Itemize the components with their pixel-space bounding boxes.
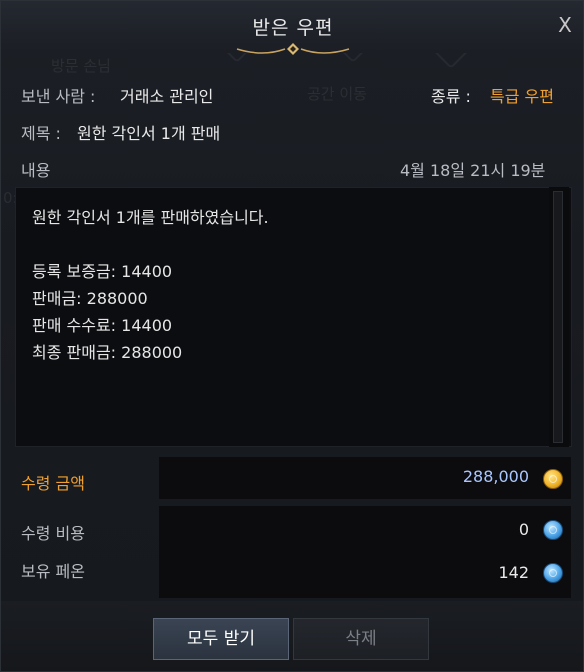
delete-button[interactable]: 삭제	[293, 618, 429, 660]
title-ornament-icon	[236, 43, 350, 55]
mail-body-box: 원한 각인서 1개를 판매하였습니다. 등록 보증금: 14400 판매금: 2…	[15, 187, 572, 447]
mail-window: 방문 손님 공간 이동 0:14 X 받은 우편 X 보낸 사람 : 거래소 관…	[0, 0, 584, 672]
subject-text: 원한 각인서 1개 판매	[77, 124, 221, 143]
pheon-crystal-icon	[543, 520, 563, 540]
receive-all-button[interactable]: 모두 받기	[153, 618, 289, 660]
scroll-thumb[interactable]	[553, 191, 563, 443]
receive-cost-label: 수령 비용	[21, 524, 85, 543]
close-button[interactable]: X	[553, 13, 577, 37]
ghost-text: 방문 손님	[51, 57, 111, 75]
gold-coin-icon	[543, 469, 563, 489]
subject-label: 제목 :	[21, 124, 61, 143]
mail-date: 4월 18일 21시 19분	[400, 161, 546, 180]
type-label: 종류 :	[431, 87, 471, 106]
receive-amount-label: 수령 금액	[21, 474, 85, 493]
window-title: 받은 우편	[252, 17, 334, 39]
mail-body-text: 원한 각인서 1개를 판매하였습니다. 등록 보증금: 14400 판매금: 2…	[32, 208, 269, 362]
receive-amount-value: 288,000	[462, 467, 529, 486]
mail-type: 특급 우편	[490, 87, 554, 106]
ghost-text: 공간 이동	[307, 85, 367, 103]
sender-label: 보낸 사람 :	[21, 87, 96, 106]
body-scrollbar[interactable]	[549, 187, 569, 447]
owned-pheon-label: 보유 페온	[21, 562, 85, 581]
sender-name: 거래소 관리인	[120, 87, 214, 106]
content-label: 내용	[21, 161, 51, 180]
owned-pheon-value: 142	[498, 563, 529, 582]
receive-cost-value: 0	[518, 520, 529, 539]
pheon-crystal-icon	[543, 563, 563, 583]
